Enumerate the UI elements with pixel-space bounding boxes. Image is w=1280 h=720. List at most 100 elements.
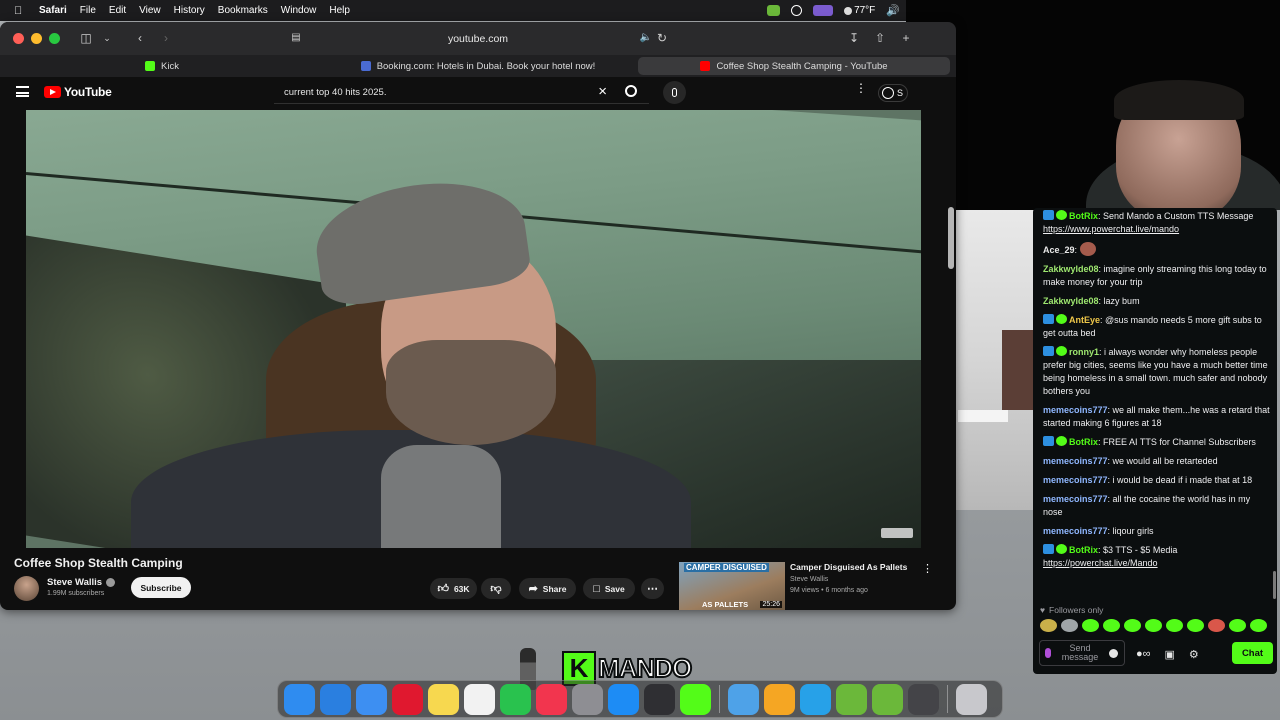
status-app-icon[interactable]: [767, 5, 781, 16]
recommended-thumbnail[interactable]: CAMPER DISGUISED AS PALLETS 25:26: [679, 562, 785, 610]
control-center-icon[interactable]: [813, 5, 834, 16]
dock-trash-icon[interactable]: [956, 683, 987, 715]
minimize-window-button[interactable]: [31, 33, 42, 44]
share-icon[interactable]: ⇧: [872, 31, 888, 45]
emote-icon[interactable]: [1250, 619, 1267, 632]
menu-history[interactable]: History: [174, 5, 205, 16]
emote-icon[interactable]: [1229, 619, 1246, 632]
chat-username[interactable]: memecoins777: [1043, 456, 1108, 466]
chat-username[interactable]: memecoins777: [1043, 526, 1108, 536]
audio-playing-icon[interactable]: 🔈: [638, 31, 654, 45]
chat-username[interactable]: memecoins777: [1043, 494, 1108, 504]
volume-icon[interactable]: 🔊: [886, 4, 900, 17]
dock-whatsapp-icon[interactable]: [500, 683, 531, 715]
chat-link[interactable]: https://www.powerchat.live/mando: [1043, 224, 1179, 234]
dock-kick-folder-2-icon[interactable]: [872, 683, 903, 715]
dock-photos-icon[interactable]: [764, 683, 795, 715]
dislike-button[interactable]: 👎︎: [481, 578, 511, 599]
menu-help[interactable]: Help: [329, 5, 350, 16]
menu-edit[interactable]: Edit: [109, 5, 126, 16]
send-chat-button[interactable]: Chat: [1232, 642, 1273, 664]
zoom-window-button[interactable]: [49, 33, 60, 44]
dock-mail-icon[interactable]: [356, 683, 387, 715]
users-icon[interactable]: ●∞: [1136, 648, 1151, 661]
subscribe-button[interactable]: Subscribe: [131, 577, 191, 598]
chevron-down-icon[interactable]: ⌄: [99, 31, 115, 45]
dock-opera-icon[interactable]: [392, 683, 423, 715]
new-tab-icon[interactable]: +: [898, 31, 914, 45]
emote-icon[interactable]: [1061, 619, 1078, 632]
more-actions-button[interactable]: ⋯: [641, 578, 664, 599]
apple-icon[interactable]: : [14, 5, 25, 17]
dock-screenshots-icon[interactable]: [908, 683, 939, 715]
chat-username[interactable]: Ace_29: [1043, 245, 1075, 255]
recommended-title[interactable]: Camper Disguised As Pallets: [790, 562, 920, 572]
recommended-more-icon[interactable]: ⋮: [922, 562, 933, 575]
search-input[interactable]: current top 40 hits 2025. ×: [274, 81, 649, 104]
chat-message-input[interactable]: Send message: [1039, 640, 1125, 666]
clear-search-icon[interactable]: ×: [598, 83, 607, 100]
menu-app-name[interactable]: Safari: [39, 5, 67, 16]
gear-icon[interactable]: ⚙: [1189, 648, 1199, 661]
like-button[interactable]: 👍︎ 63K: [430, 578, 477, 599]
chat-username[interactable]: memecoins777: [1043, 475, 1108, 485]
share-button[interactable]: ➦ Save Share: [519, 578, 576, 599]
channel-name-row[interactable]: Steve Wallis: [47, 577, 116, 588]
more-options-icon[interactable]: ⋮: [855, 82, 867, 94]
back-icon[interactable]: ‹: [132, 31, 148, 45]
chat-scrollbar[interactable]: [1273, 571, 1276, 599]
hamburger-menu-icon[interactable]: [16, 86, 29, 97]
emote-icon[interactable]: [1124, 619, 1141, 632]
chat-username[interactable]: Zakkwylde08: [1043, 264, 1099, 274]
chat-link[interactable]: https://powerchat.live/Mando: [1043, 558, 1158, 568]
chat-username[interactable]: memecoins777: [1043, 405, 1108, 415]
dock-safari-icon[interactable]: [320, 683, 351, 715]
chat-username[interactable]: BotRix: [1069, 545, 1098, 555]
channel-avatar[interactable]: [14, 576, 39, 601]
menu-bookmarks[interactable]: Bookmarks: [218, 5, 268, 16]
chat-username[interactable]: BotRix: [1069, 211, 1098, 221]
close-window-button[interactable]: [13, 33, 24, 44]
emote-icon[interactable]: [1145, 619, 1162, 632]
tab-booking[interactable]: Booking.com: Hotels in Dubai. Book your …: [322, 57, 634, 75]
dock-kick-app-icon[interactable]: [680, 683, 711, 715]
dock-music-icon[interactable]: [536, 683, 567, 715]
search-icon[interactable]: [625, 85, 637, 97]
emote-icon[interactable]: [1187, 619, 1204, 632]
chat-username[interactable]: Zakkwylde08: [1043, 296, 1099, 306]
dock-settings-icon[interactable]: [572, 683, 603, 715]
emote-icon[interactable]: [1166, 619, 1183, 632]
voice-search-button[interactable]: [663, 81, 686, 104]
menu-file[interactable]: File: [80, 5, 96, 16]
address-bar[interactable]: youtube.com: [283, 28, 673, 50]
emoji-icon[interactable]: [1109, 648, 1118, 658]
download-icon[interactable]: ↧: [846, 31, 862, 45]
dock-kick-folder-icon[interactable]: [836, 683, 867, 715]
emote-icon[interactable]: [1103, 619, 1120, 632]
chat-username[interactable]: AntEye: [1069, 315, 1100, 325]
menu-window[interactable]: Window: [281, 5, 317, 16]
mic-icon[interactable]: [1045, 648, 1051, 658]
weather-widget[interactable]: 77°F: [844, 5, 875, 16]
emote-icon[interactable]: [1040, 619, 1057, 632]
emote-icon[interactable]: [1082, 619, 1099, 632]
tab-kick[interactable]: Kick: [6, 57, 318, 75]
screen-record-icon[interactable]: [791, 5, 803, 16]
dock-app-store-icon[interactable]: [608, 683, 639, 715]
gift-icon[interactable]: ▣: [1165, 648, 1175, 661]
sidebar-toggle-icon[interactable]: ◫: [78, 31, 94, 45]
dock-reminders-icon[interactable]: [464, 683, 495, 715]
dock-finder-icon[interactable]: [284, 683, 315, 715]
sign-in-button[interactable]: S: [878, 84, 908, 102]
video-player[interactable]: [26, 110, 921, 548]
save-button[interactable]: □ Save: [583, 578, 635, 599]
reload-icon[interactable]: ↻: [654, 31, 670, 45]
dock-notes-icon[interactable]: [428, 683, 459, 715]
recommended-channel[interactable]: Steve Wallis: [790, 576, 828, 583]
tab-youtube[interactable]: Coffee Shop Stealth Camping - YouTube: [638, 57, 950, 75]
dock-preview-icon[interactable]: [728, 683, 759, 715]
forward-icon[interactable]: ›: [158, 31, 174, 45]
chat-username[interactable]: ronny1: [1069, 347, 1099, 357]
dock-quicktime-icon[interactable]: [800, 683, 831, 715]
menu-view[interactable]: View: [139, 5, 161, 16]
